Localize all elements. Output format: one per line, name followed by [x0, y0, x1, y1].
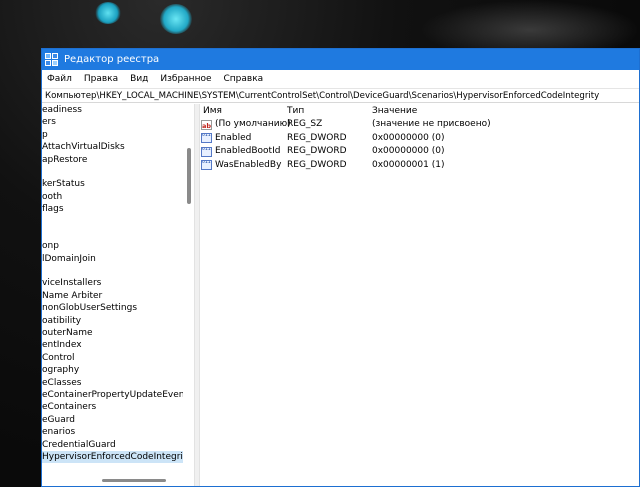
tree-item[interactable]: apRestore: [42, 154, 183, 166]
menu-view[interactable]: Вид: [129, 73, 149, 85]
value-row[interactable]: ab (По умолчанию) REG_SZ (значение не пр…: [200, 118, 639, 132]
tree-item[interactable]: eContainers: [42, 401, 183, 413]
value-name-cell: 011 110 EnabledBootId: [201, 145, 280, 159]
key-tree-list: eadiness ers p AttachVirtualDisks apRest…: [42, 104, 183, 464]
menu-edit[interactable]: Правка: [83, 73, 119, 85]
tree-item[interactable]: eGuard: [42, 414, 183, 426]
tree-horizontal-scrollbar[interactable]: [42, 474, 194, 486]
value-type: REG_DWORD: [287, 146, 347, 156]
tree-item[interactable]: [42, 265, 183, 277]
value-name: EnabledBootId: [215, 146, 281, 156]
binary-value-icon: 011 110: [201, 146, 212, 157]
tree-item[interactable]: Control: [42, 352, 183, 364]
tree-item[interactable]: p: [42, 129, 183, 141]
tree-item[interactable]: eadiness: [42, 104, 183, 116]
value-row[interactable]: 011 110 WasEnabledBy REG_DWORD 0x0000000…: [200, 159, 639, 173]
tree-item[interactable]: kerStatus: [42, 178, 183, 190]
tree-item[interactable]: [42, 216, 183, 228]
binary-value-icon: 011 110: [201, 133, 212, 144]
address-bar[interactable]: Компьютер\HKEY_LOCAL_MACHINE\SYSTEM\Curr…: [42, 88, 639, 103]
tree-item[interactable]: enarios: [42, 426, 183, 438]
tree-item[interactable]: viceInstallers: [42, 277, 183, 289]
value-data: 0x00000001 (1): [372, 159, 445, 170]
value-name-cell: ab (По умолчанию): [201, 118, 291, 132]
value-name: (По умолчанию): [215, 119, 291, 129]
tree-item[interactable]: onp: [42, 240, 183, 252]
tree-item[interactable]: eClasses: [42, 377, 183, 389]
address-path[interactable]: Компьютер\HKEY_LOCAL_MACHINE\SYSTEM\Curr…: [45, 91, 599, 101]
regedit-icon: [45, 52, 59, 67]
window-title: Редактор реестра: [64, 54, 160, 65]
registry-editor-window: Редактор реестра Файл Правка Вид Избранн…: [41, 48, 640, 487]
wallpaper-glow: [160, 4, 192, 34]
column-header-name[interactable]: Имя: [203, 106, 222, 116]
column-header-data[interactable]: Значение: [372, 106, 417, 116]
tree-vertical-scrollbar[interactable]: [184, 104, 194, 474]
tree-item[interactable]: oatibility: [42, 315, 183, 327]
value-name-cell: 011 110 Enabled: [201, 132, 251, 146]
tree-item[interactable]: outerName: [42, 327, 183, 339]
key-tree-pane: eadiness ers p AttachVirtualDisks apRest…: [42, 104, 194, 486]
tree-item[interactable]: ography: [42, 364, 183, 376]
tree-item[interactable]: ooth: [42, 191, 183, 203]
value-data: (значение не присвоено): [372, 119, 491, 129]
column-header-type[interactable]: Тип: [287, 106, 304, 116]
tree-item[interactable]: nonGlobUserSettings: [42, 302, 183, 314]
menu-bar: Файл Правка Вид Избранное Справка: [42, 70, 639, 88]
menu-file[interactable]: Файл: [46, 73, 73, 85]
value-data: 0x00000000 (0): [372, 132, 445, 143]
value-name: WasEnabledBy: [215, 159, 282, 170]
tree-item[interactable]: [42, 228, 183, 240]
string-value-icon: ab: [201, 119, 212, 130]
title-bar[interactable]: Редактор реестра: [42, 49, 639, 70]
value-type: REG_SZ: [287, 119, 323, 129]
tree-item-selected[interactable]: HypervisorEnforcedCodeIntegrity: [42, 450, 183, 464]
content-area: eadiness ers p AttachVirtualDisks apRest…: [42, 104, 639, 486]
value-type: REG_DWORD: [287, 159, 347, 170]
tree-item[interactable]: entIndex: [42, 339, 183, 351]
value-name-cell: 011 110 WasEnabledBy: [201, 159, 281, 173]
wallpaper-glow: [95, 2, 121, 24]
values-pane: Имя Тип Значение ab (По умолчанию) REG_S…: [200, 104, 639, 486]
values-header: Имя Тип Значение: [200, 104, 639, 118]
tree-item[interactable]: eContainerPropertyUpdateEvents: [42, 389, 183, 401]
tree-item[interactable]: [42, 166, 183, 178]
tree-item[interactable]: AttachVirtualDisks: [42, 141, 183, 153]
vertical-scroll-thumb[interactable]: [187, 148, 191, 204]
binary-value-icon: 011 110: [201, 160, 212, 171]
value-type: REG_DWORD: [287, 132, 347, 143]
tree-item[interactable]: lDomainJoin: [42, 253, 183, 265]
horizontal-scroll-thumb[interactable]: [102, 479, 166, 482]
tree-item[interactable]: Name Arbiter: [42, 290, 183, 302]
value-row[interactable]: 011 110 EnabledBootId REG_DWORD 0x000000…: [200, 145, 639, 159]
menu-help[interactable]: Справка: [223, 73, 265, 85]
tree-item[interactable]: flags: [42, 203, 183, 215]
menu-favorites[interactable]: Избранное: [159, 73, 212, 85]
value-name: Enabled: [215, 132, 252, 143]
tree-item[interactable]: CredentialGuard: [42, 439, 183, 451]
value-data: 0x00000000 (0): [372, 146, 445, 156]
value-row[interactable]: 011 110 Enabled REG_DWORD 0x00000000 (0): [200, 132, 639, 146]
tree-item[interactable]: ers: [42, 116, 183, 128]
